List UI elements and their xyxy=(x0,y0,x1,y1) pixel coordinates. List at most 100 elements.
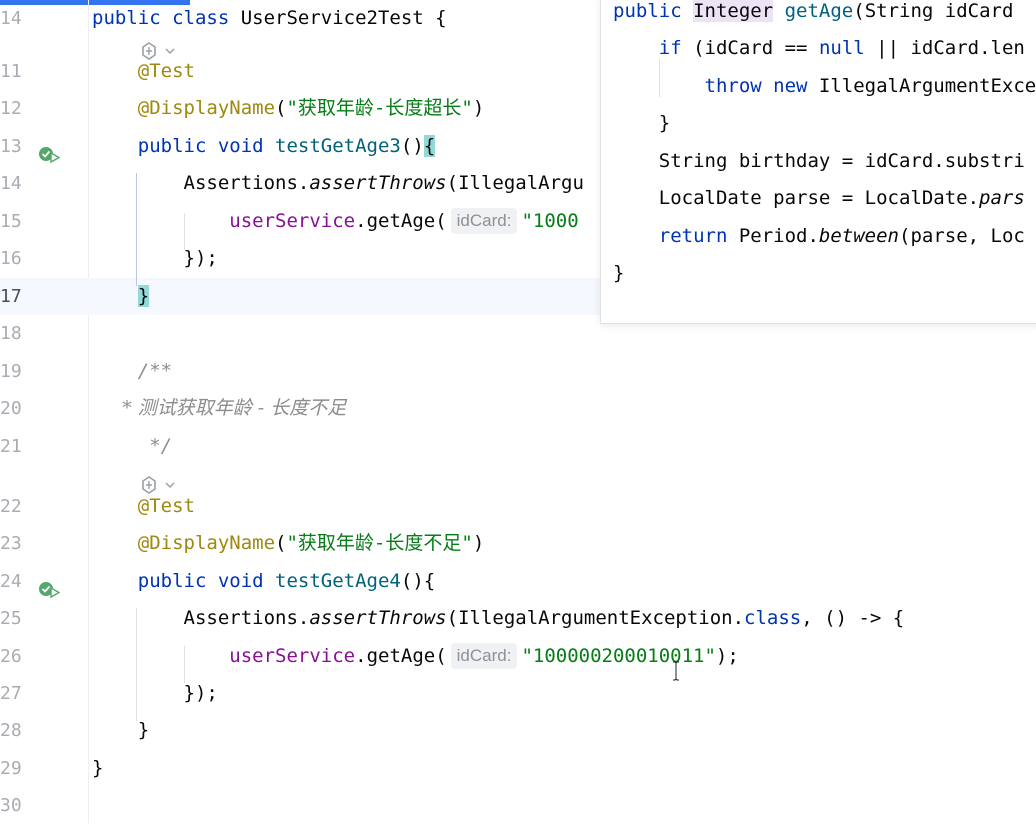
code-token: between xyxy=(818,225,899,247)
line-number[interactable]: 17 xyxy=(0,278,30,315)
code-token: @Test xyxy=(92,60,195,82)
line-number[interactable]: 30 xyxy=(0,787,30,824)
text-cursor-icon xyxy=(673,661,679,681)
line-code[interactable]: }); xyxy=(92,675,218,712)
line-number[interactable]: 16 xyxy=(0,240,30,277)
code-token: "获取年龄-长度超长" xyxy=(286,97,473,119)
code-token: || idCard.len xyxy=(864,37,1025,59)
indent-guide xyxy=(136,173,137,286)
line-code[interactable]: } xyxy=(92,712,149,749)
line-code[interactable]: } xyxy=(92,278,150,315)
code-token: (IllegalArgumentException. xyxy=(446,607,745,629)
code-line[interactable]: 26 userService.getAge(idCard: "1000002000… xyxy=(0,638,1036,675)
code-token: (IllegalArgu xyxy=(446,172,584,194)
popup-code-line: if (idCard == null || idCard.len xyxy=(613,30,1025,67)
code-token: UserService2Test { xyxy=(240,7,447,29)
code-token: public xyxy=(613,0,694,22)
indent-guide xyxy=(184,213,185,250)
line-code[interactable]: Assertions.assertThrows(IllegalArgu xyxy=(92,165,584,202)
code-token: if xyxy=(658,37,682,59)
line-number[interactable]: 26 xyxy=(0,638,30,675)
line-number[interactable]: 23 xyxy=(0,525,30,562)
code-token: } xyxy=(613,262,625,284)
line-code[interactable]: Assertions.assertThrows(IllegalArgumentE… xyxy=(92,600,905,637)
code-editor[interactable]: 14 public class UserService2Test { 11 @Tes… xyxy=(0,0,1036,823)
line-code[interactable]: @DisplayName("获取年龄-长度不足") xyxy=(92,525,485,562)
quick-definition-popup[interactable]: public Integer getAge(String idCard if (… xyxy=(600,0,1036,324)
line-number[interactable]: 18 xyxy=(0,315,30,352)
code-token: userService xyxy=(229,645,356,667)
line-code[interactable]: */ xyxy=(92,428,172,465)
code-token: testGetAge3 xyxy=(275,135,401,157)
popup-code-line: return Period.between(parse, Loc xyxy=(613,218,1025,255)
ai-assistant-icon[interactable] xyxy=(140,42,180,60)
code-token: testGetAge4 xyxy=(275,570,401,592)
line-code[interactable]: }); xyxy=(92,240,218,277)
code-token: @DisplayName xyxy=(92,532,276,554)
line-number[interactable]: 22 xyxy=(0,488,30,525)
code-token: assertThrows xyxy=(309,172,447,194)
parameter-hint: idCard: xyxy=(450,643,518,669)
line-code[interactable]: public class UserService2Test { xyxy=(92,0,447,37)
run-test-icon[interactable] xyxy=(38,579,60,599)
code-line[interactable]: 27 }); xyxy=(0,675,1036,712)
line-number[interactable]: 27 xyxy=(0,675,30,712)
code-token: @Test xyxy=(92,495,195,517)
line-number[interactable]: 21 xyxy=(0,428,30,465)
line-code[interactable]: @DisplayName("获取年龄-长度超长") xyxy=(92,90,485,127)
code-line[interactable]: 24 public void testGetAge4(){ xyxy=(0,563,1036,600)
popup-indent-guide xyxy=(659,59,660,97)
line-number[interactable]: 14 xyxy=(0,165,30,202)
line-number[interactable]: 29 xyxy=(0,750,30,787)
run-test-icon[interactable] xyxy=(38,144,60,164)
line-code[interactable]: userService.getAge(idCard: "1000002000100… xyxy=(92,638,739,675)
code-token: (){ xyxy=(400,570,436,592)
code-token: LocalDate parse = LocalDate. xyxy=(613,187,980,209)
code-token: ( xyxy=(275,97,287,119)
code-line[interactable]: 20 * 测试获取年龄 - 长度不足 xyxy=(0,390,1036,427)
code-token: , () -> { xyxy=(801,607,905,629)
line-number[interactable]: 24 xyxy=(0,563,30,600)
code-line[interactable]: 28 } xyxy=(0,712,1036,749)
code-token: public void xyxy=(92,135,276,157)
line-code[interactable]: } xyxy=(92,750,103,787)
code-line[interactable]: 23 @DisplayName("获取年龄-长度不足") xyxy=(0,525,1036,562)
line-code[interactable]: * 测试获取年龄 - 长度不足 xyxy=(92,390,346,427)
code-line[interactable]: 29} xyxy=(0,750,1036,787)
line-code[interactable]: userService.getAge(idCard: "1000 xyxy=(92,203,579,240)
ai-assistant-icon[interactable] xyxy=(140,476,180,494)
code-line[interactable]: 19 /** xyxy=(0,353,1036,390)
code-line[interactable]: 30 xyxy=(0,787,1036,824)
line-number[interactable]: 15 xyxy=(0,203,30,240)
code-token: (parse, Loc xyxy=(899,225,1025,247)
code-token: String birthday = idCard.substri xyxy=(613,150,1025,172)
line-number[interactable]: 19 xyxy=(0,353,30,390)
popup-code-line: throw new IllegalArgumentExce xyxy=(613,68,1036,105)
line-number[interactable]: 13 xyxy=(0,128,30,165)
code-line[interactable]: 21 */ xyxy=(0,428,1036,465)
code-token: (idCard == xyxy=(681,37,819,59)
line-code[interactable]: /** xyxy=(92,353,172,390)
code-line[interactable]: 25 Assertions.assertThrows(IllegalArgume… xyxy=(0,600,1036,637)
line-number[interactable]: 12 xyxy=(0,90,30,127)
line-number[interactable]: 25 xyxy=(0,600,30,637)
code-token: * 测试获取年龄 - 长度不足 xyxy=(92,397,347,419)
code-token: ); xyxy=(715,645,739,667)
line-number[interactable]: 14 xyxy=(0,0,30,37)
indent-guide xyxy=(136,608,137,721)
popup-code-line: } xyxy=(613,255,624,292)
indent-guide xyxy=(184,646,185,683)
line-code[interactable]: public void testGetAge4(){ xyxy=(92,563,435,600)
code-token: } xyxy=(137,285,150,307)
code-token: pars xyxy=(979,187,1025,209)
code-token: userService xyxy=(229,210,356,232)
code-token: } xyxy=(613,112,671,134)
code-token: assertThrows xyxy=(309,607,447,629)
line-code[interactable]: public void testGetAge3(){ xyxy=(92,128,436,165)
line-number[interactable]: 28 xyxy=(0,712,30,749)
line-number[interactable]: 11 xyxy=(0,53,30,90)
popup-code-line: String birthday = idCard.substri xyxy=(613,143,1025,180)
line-number[interactable]: 20 xyxy=(0,390,30,427)
